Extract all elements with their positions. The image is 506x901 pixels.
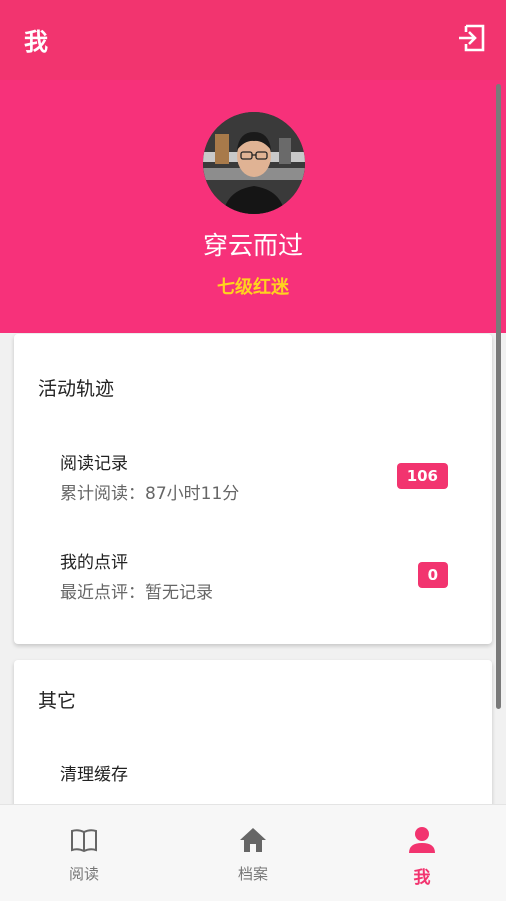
tab-archive-label: 档案	[237, 865, 268, 883]
reading-record-item[interactable]: 阅读记录 累计阅读：87小时11分 106	[14, 449, 492, 529]
avatar-photo	[203, 112, 305, 214]
book-icon	[71, 829, 97, 853]
tab-read[interactable]: 阅读	[0, 805, 168, 901]
logout-button[interactable]	[456, 22, 488, 54]
tab-me[interactable]: 我	[338, 805, 506, 901]
avatar[interactable]	[203, 112, 305, 214]
clear-cache-label: 清理缓存	[60, 765, 128, 785]
activity-title: 活动轨迹	[38, 378, 115, 400]
page-title: 我	[24, 28, 48, 56]
bottom-navigation: 阅读 档案 我	[0, 804, 506, 901]
scrollbar[interactable]	[496, 84, 501, 709]
person-icon	[409, 827, 435, 853]
reading-count-badge: 106	[396, 463, 448, 489]
review-count-badge: 0	[417, 562, 448, 588]
reading-record-label: 阅读记录	[60, 454, 128, 474]
my-review-label: 我的点评	[60, 553, 128, 573]
tab-read-label: 阅读	[68, 865, 99, 883]
other-title: 其它	[38, 690, 77, 712]
activity-card: 活动轨迹 阅读记录 累计阅读：87小时11分 106 我的点评 最近点评：暂无记…	[14, 334, 492, 644]
my-review-detail: 最近点评：暂无记录	[60, 583, 213, 603]
tab-me-label: 我	[413, 868, 431, 888]
reading-record-detail: 累计阅读：87小时11分	[60, 484, 240, 504]
logout-icon	[459, 24, 485, 52]
member-level: 七级红迷	[217, 277, 289, 298]
username: 穿云而过	[202, 231, 303, 260]
profile-header: 穿云而过 七级红迷	[0, 80, 506, 333]
my-review-item[interactable]: 我的点评 最近点评：暂无记录 0	[14, 548, 492, 628]
home-icon	[240, 828, 266, 852]
tab-archive[interactable]: 档案	[169, 805, 337, 901]
app-bar: 我	[0, 0, 506, 80]
